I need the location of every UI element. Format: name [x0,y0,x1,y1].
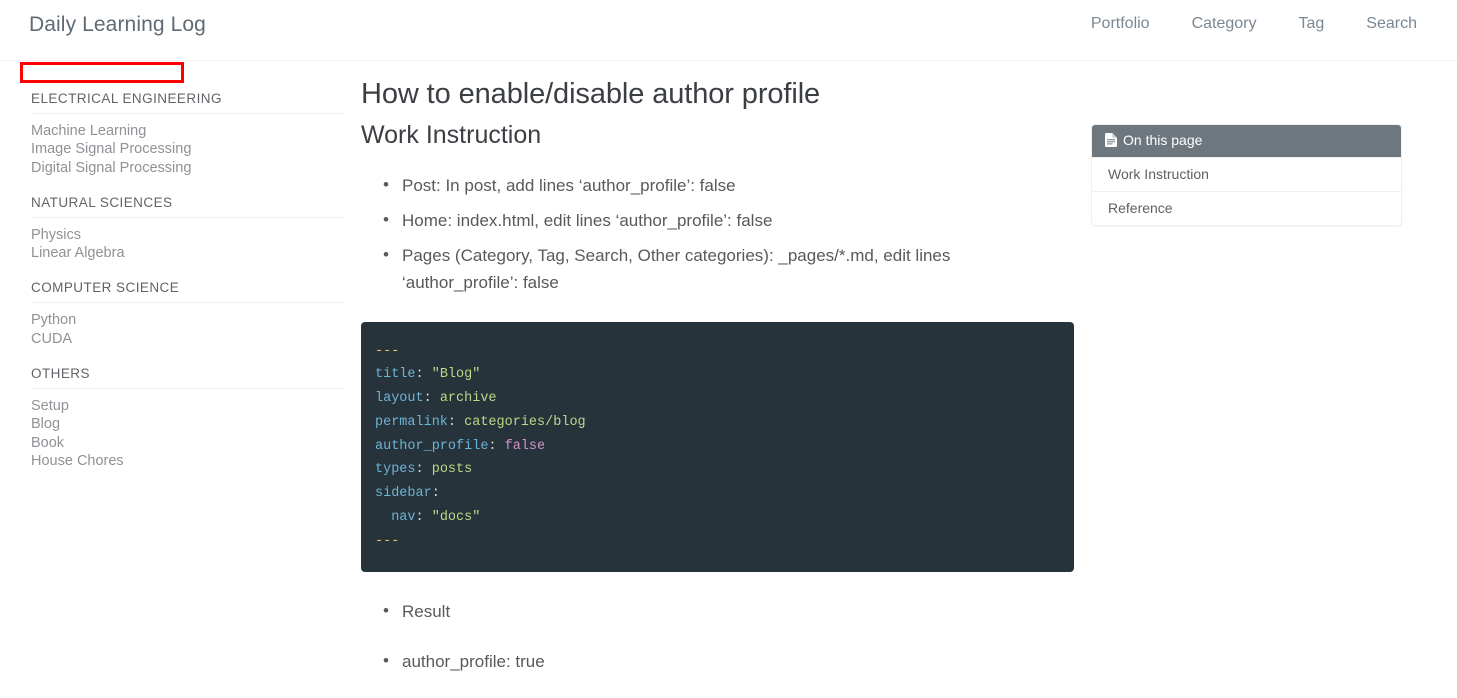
nav-item-tag[interactable]: Tag [1278,15,1346,33]
nav-item-portfolio[interactable]: Portfolio [1070,15,1171,33]
sidebar-group-natural-sciences: NATURAL SCIENCES Physics Linear Algebra [31,195,355,263]
toc-item-work-instruction[interactable]: Work Instruction [1092,156,1401,191]
sidebar-group-electrical-engineering: ELECTRICAL ENGINEERING Machine Learning … [31,91,355,177]
sidebar-link-physics[interactable]: Physics [31,226,355,244]
red-highlight-annotation [20,62,184,83]
masthead: Daily Learning Log Portfolio Category Ta… [0,0,1457,61]
document-icon [1105,133,1117,148]
list-item: Result [383,597,1002,625]
result-list: Result author_profile: true [361,597,1076,675]
nav-item-search[interactable]: Search [1345,15,1431,33]
sidebar-link-digital-signal-processing[interactable]: Digital Signal Processing [31,159,355,177]
sidebar-group-others: OTHERS Setup Blog Book House Chores [31,366,355,470]
sidebar-link-setup[interactable]: Setup [31,397,355,415]
sidebar-group-computer-science: COMPUTER SCIENCE Python CUDA [31,280,355,348]
toc-header: On this page [1092,125,1401,157]
sidebar-link-house-chores[interactable]: House Chores [31,452,355,470]
sidebar: ELECTRICAL ENGINEERING Machine Learning … [0,62,355,470]
sidebar-group-links: Machine Learning Image Signal Processing… [31,122,355,177]
main-content: How to enable/disable author profile Wor… [361,62,1076,698]
nav-item-category[interactable]: Category [1171,15,1278,33]
code-block-yaml-frontmatter: --- title: "Blog" layout: archive permal… [361,321,1074,572]
sidebar-group-links: Physics Linear Algebra [31,226,355,263]
sidebar-link-image-signal-processing[interactable]: Image Signal Processing [31,140,355,158]
on-this-page-toc: On this page Work Instruction Reference [1091,124,1402,226]
sidebar-group-title: OTHERS [31,366,345,390]
sidebar-link-blog[interactable]: Blog [31,415,355,433]
toc-title: On this page [1123,132,1203,148]
sidebar-group-links: Python CUDA [31,311,355,348]
list-item: Post: In post, add lines ‘author_profile… [383,171,1002,199]
list-item: author_profile: true [383,647,1002,675]
site-title[interactable]: Daily Learning Log [29,13,206,37]
sidebar-link-machine-learning[interactable]: Machine Learning [31,122,355,140]
code-content: --- title: "Blog" layout: archive permal… [375,343,586,549]
sidebar-group-links: Setup Blog Book House Chores [31,397,355,470]
toc-item-reference[interactable]: Reference [1092,190,1401,225]
section-heading-work-instruction: Work Instruction [361,121,542,150]
list-item: Home: index.html, edit lines ‘author_pro… [383,206,1002,234]
sidebar-link-book[interactable]: Book [31,434,355,452]
sidebar-link-cuda[interactable]: CUDA [31,330,355,348]
sidebar-group-title: COMPUTER SCIENCE [31,280,345,304]
instruction-list: Post: In post, add lines ‘author_profile… [361,171,1076,296]
sidebar-group-title: NATURAL SCIENCES [31,195,345,218]
page-title: How to enable/disable author profile [361,78,821,110]
primary-nav: Portfolio Category Tag Search [1070,15,1431,33]
sidebar-group-title: ELECTRICAL ENGINEERING [31,91,345,114]
sidebar-link-python[interactable]: Python [31,311,355,329]
sidebar-link-linear-algebra[interactable]: Linear Algebra [31,244,355,262]
list-item: Pages (Category, Tag, Search, Other cate… [383,241,1002,296]
